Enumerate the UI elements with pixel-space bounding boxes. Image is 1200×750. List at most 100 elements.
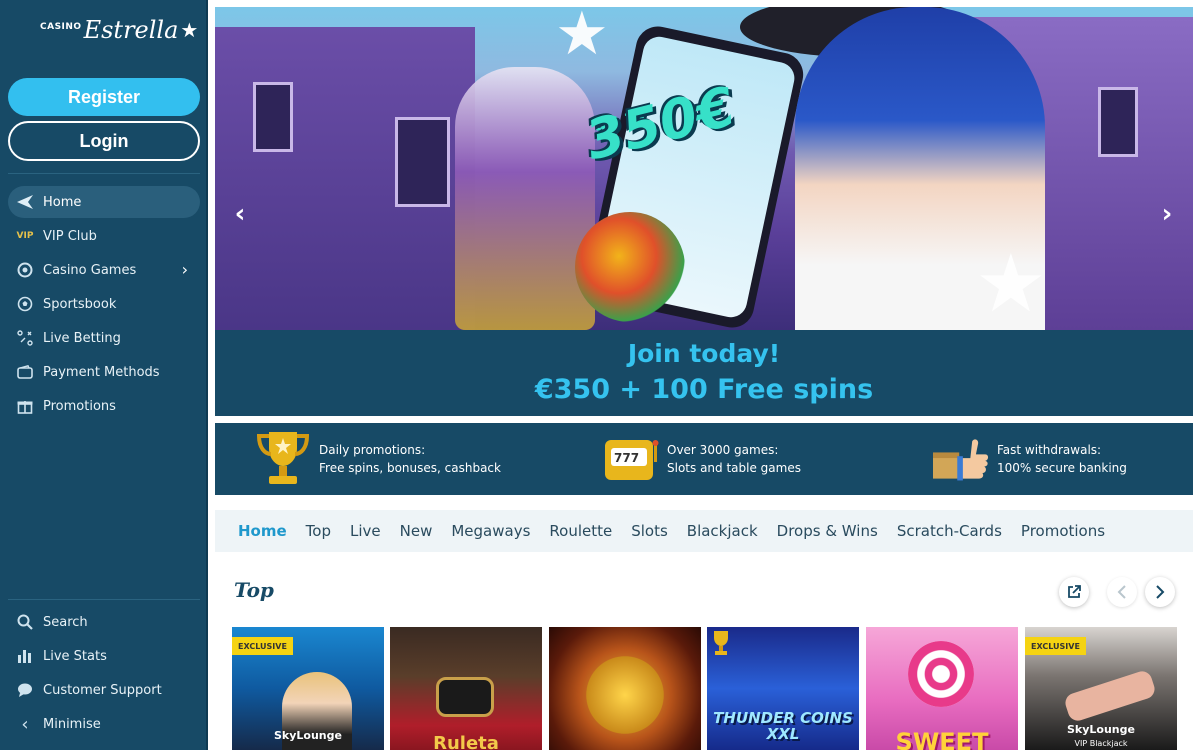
slot-machine-icon: 777 [603,431,659,487]
exclusive-badge: EXCLUSIVE [232,637,293,655]
sidebar-separator [206,0,208,750]
nav-item-sportsbook[interactable]: Sportsbook [8,288,200,320]
star-decoration-icon: ★ [555,7,609,69]
nav-label: Live Betting [43,330,121,346]
feature-text: Slots and table games [667,461,801,475]
nav-label: Sportsbook [43,296,117,312]
exclusive-badge: EXCLUSIVE [1025,637,1086,655]
casino-chip-icon [16,261,34,279]
game-card[interactable]: EXCLUSIVE SkyLounge VIP Blackjack [1025,627,1177,750]
soccer-ball-icon [16,295,34,313]
game-card[interactable]: EXCLUSIVE SkyLounge [232,627,384,750]
chevron-left-icon [1117,585,1126,599]
lollipop-illustration [908,641,974,707]
tab-drops-wins[interactable]: Drops & Wins [777,522,878,540]
feature-withdrawals: Fast withdrawals: 100% secure banking [933,423,1127,495]
skeleton-trumpeter-illustration [455,67,595,330]
search-icon [16,613,34,631]
game-carousel: EXCLUSIVE SkyLounge Ruleta THUNDER COINS… [232,627,1178,750]
nav-item-search[interactable]: Search [8,606,200,638]
game-title: SkyLounge [1067,723,1135,736]
sidebar: CASINO Estrella ★ Register Login Home VI… [0,0,208,750]
svg-text:777: 777 [614,451,639,465]
open-external-button[interactable] [1059,577,1089,607]
game-title: SWEET [895,728,989,750]
features-strip: Daily promotions: Free spins, bonuses, c… [215,423,1193,495]
nav-label: Home [43,194,82,210]
game-subtitle: VIP Blackjack [1074,739,1128,748]
tactics-icon [16,329,34,347]
feature-title: Fast withdrawals: [997,443,1102,457]
feature-title: Daily promotions: [319,443,426,457]
chevron-right-icon: › [181,260,188,279]
nav-item-customer-support[interactable]: Customer Support [8,674,200,706]
tab-new[interactable]: New [400,522,433,540]
register-button[interactable]: Register [8,78,200,116]
hero-prev-arrow[interactable]: ‹ [228,199,252,229]
hero-banner[interactable]: up to 350€ ★ ★ ‹ › [215,7,1193,330]
login-button[interactable]: Login [8,121,200,161]
casino-logo[interactable]: CASINO Estrella ★ [40,12,198,48]
gift-icon [16,397,34,415]
nav-label: Live Stats [43,648,107,664]
join-offer: €350 + 100 Free spins [534,374,874,405]
vip-icon: VIP [16,231,34,241]
game-card[interactable]: SWEET [866,627,1018,750]
tab-home[interactable]: Home [238,522,287,540]
main-nav: Home VIP VIP Club Casino Games › Sportsb… [8,186,200,424]
hero-window [1098,87,1138,157]
hand-illustration [1062,668,1158,724]
chevron-right-icon [1156,585,1165,599]
nav-item-payment-methods[interactable]: Payment Methods [8,356,200,388]
chevron-left-icon: ‹ [21,713,29,735]
carousel-next-button[interactable] [1145,577,1175,607]
feature-games: 777 Over 3000 games: Slots and table gam… [603,423,801,495]
tab-scratch-cards[interactable]: Scratch-Cards [897,522,1002,540]
nav-item-minimise[interactable]: ‹ Minimise [8,708,200,740]
hero-next-arrow[interactable]: › [1155,199,1179,229]
bar-chart-icon [16,647,34,665]
game-card[interactable]: Ruleta [390,627,542,750]
toucan-illustration [575,212,685,322]
feature-text: 100% secure banking [997,461,1127,475]
nav-label: Promotions [43,398,116,414]
thumbs-up-icon [933,431,989,487]
feature-title: Over 3000 games: [667,443,779,457]
nav-item-casino-games[interactable]: Casino Games › [8,254,200,286]
trophy-icon [709,629,735,659]
feature-daily-promotions: Daily promotions: Free spins, bonuses, c… [255,423,501,495]
tab-roulette[interactable]: Roulette [549,522,612,540]
nav-item-live-betting[interactable]: Live Betting [8,322,200,354]
wallet-icon [16,363,34,381]
game-card[interactable] [549,627,701,750]
nav-item-vip-club[interactable]: VIP VIP Club [8,220,200,252]
nav-label: Search [43,614,88,630]
join-banner[interactable]: Join today! €350 + 100 Free spins [215,330,1193,416]
star-decoration-icon: ★ [975,237,1047,330]
nav-label: Casino Games [43,262,137,278]
tab-blackjack[interactable]: Blackjack [687,522,758,540]
tab-live[interactable]: Live [350,522,381,540]
category-tabs: Home Top Live New Megaways Roulette Slot… [215,510,1193,552]
sidebar-divider [8,173,200,174]
tab-top[interactable]: Top [306,522,331,540]
star-icon [16,193,34,211]
game-card[interactable]: THUNDER COINS XXL [707,627,859,750]
logo-star-icon: ★ [180,18,199,42]
nav-item-home[interactable]: Home [8,186,200,218]
nav-item-promotions[interactable]: Promotions [8,390,200,422]
logo-script-text: Estrella [83,16,179,44]
secondary-nav: Search Live Stats Customer Support ‹ Min… [8,606,200,742]
nav-item-live-stats[interactable]: Live Stats [8,640,200,672]
game-title: SkyLounge [274,729,342,742]
external-link-icon [1068,585,1081,598]
tab-promotions[interactable]: Promotions [1021,522,1105,540]
join-headline: Join today! [627,339,781,368]
tab-slots[interactable]: Slots [631,522,668,540]
carousel-prev-button[interactable] [1107,577,1137,607]
nav-label: Payment Methods [43,364,160,380]
feature-text: Free spins, bonuses, cashback [319,461,501,475]
tab-megaways[interactable]: Megaways [451,522,530,540]
chat-bubble-icon [16,681,34,699]
sidebar-divider [8,599,200,600]
